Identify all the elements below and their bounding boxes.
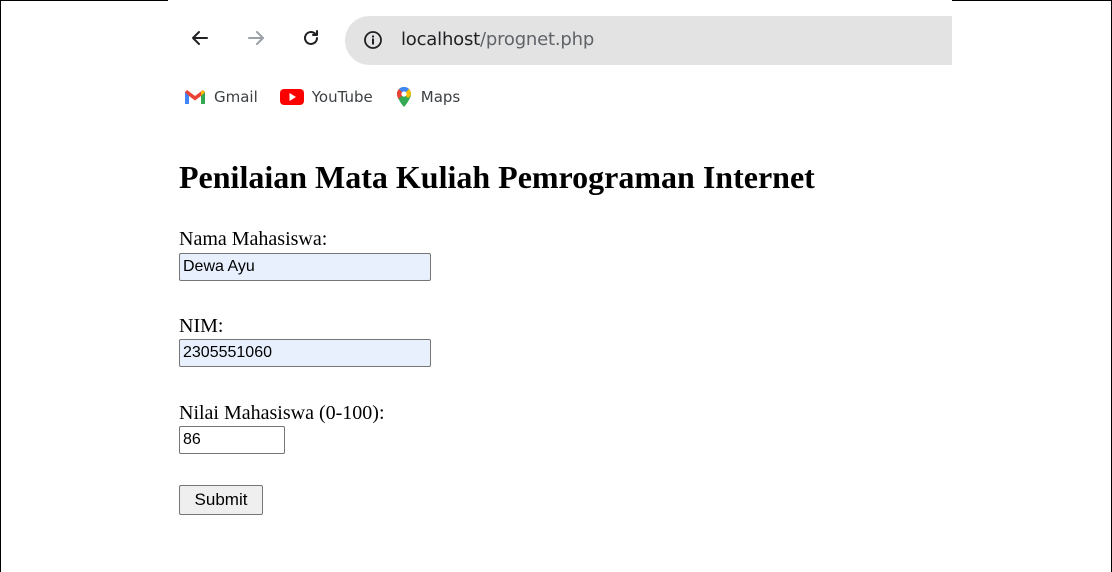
url-path: /prognet.php bbox=[480, 29, 595, 50]
score-input[interactable] bbox=[179, 426, 285, 454]
name-label: Nama Mahasiswa: bbox=[179, 228, 328, 250]
name-input[interactable] bbox=[179, 253, 431, 281]
page-title: Penilaian Mata Kuliah Pemrograman Intern… bbox=[179, 159, 815, 195]
bookmark-maps[interactable]: Maps bbox=[395, 86, 460, 108]
browser-top-strip bbox=[168, 0, 952, 9]
youtube-icon bbox=[279, 89, 304, 105]
url-host: localhost bbox=[401, 29, 480, 50]
bookmarks-bar: Gmail YouTube Maps bbox=[184, 86, 482, 108]
nim-label: NIM: bbox=[179, 315, 224, 337]
page-content: Penilaian Mata Kuliah Pemrograman Intern… bbox=[179, 155, 815, 515]
maps-icon bbox=[396, 86, 411, 107]
url-text[interactable]: localhost/prognet.php bbox=[401, 29, 594, 50]
bookmark-youtube[interactable]: YouTube bbox=[279, 88, 373, 106]
bookmark-gmail[interactable]: Gmail bbox=[184, 88, 258, 106]
nim-input[interactable] bbox=[179, 339, 431, 367]
bookmark-label: YouTube bbox=[311, 88, 373, 106]
score-label: Nilai Mahasiswa (0-100): bbox=[179, 402, 385, 424]
bookmark-label: Gmail bbox=[214, 88, 258, 106]
address-bar[interactable]: localhost/prognet.php bbox=[345, 16, 952, 65]
info-icon[interactable] bbox=[363, 30, 383, 50]
reload-icon[interactable] bbox=[299, 26, 323, 50]
bookmark-label: Maps bbox=[420, 88, 461, 106]
back-icon[interactable] bbox=[188, 26, 212, 50]
submit-button[interactable]: Submit bbox=[179, 485, 263, 515]
gmail-icon bbox=[185, 90, 205, 104]
forward-icon[interactable] bbox=[244, 26, 268, 50]
window-frame-left bbox=[0, 0, 1, 572]
